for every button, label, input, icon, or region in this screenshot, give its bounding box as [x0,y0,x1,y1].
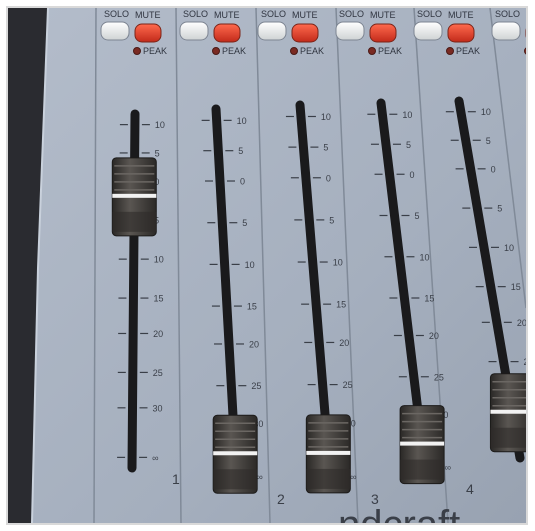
solo-button[interactable] [257,21,287,41]
channel-number: 4 [466,481,474,497]
scale-label: 20 [429,331,439,341]
scale-label: 5 [242,218,247,228]
fader-knob[interactable] [399,405,445,485]
peak-label: PEAK [456,46,480,56]
mute-button[interactable] [369,23,397,43]
peak-led [446,47,454,55]
scale-label: 25 [153,368,163,378]
mute-label: MUTE [135,10,161,20]
solo-label: SOLO [104,9,129,19]
scale-label: 5 [329,215,334,225]
scale-label: 10 [245,260,255,270]
fader-knob[interactable] [212,414,258,494]
scale-label: ∞ [445,462,451,472]
fader-knob[interactable] [489,373,526,453]
scale-label: ∞ [152,453,158,463]
scale-label: 0 [410,170,415,180]
scale-label: 10 [402,110,412,120]
peak-label: PEAK [300,46,324,56]
solo-label: SOLO [495,9,520,19]
scale-label: 5 [415,211,420,221]
scale-label: 10 [481,107,491,117]
scale-label: 10 [155,120,165,130]
mute-label: MUTE [214,10,240,20]
scale-label: 15 [153,294,163,304]
scale-label: 0 [240,177,245,187]
peak-led [368,47,376,55]
mute-button[interactable] [213,23,241,43]
peak-label: PEAK [378,46,402,56]
scale-label: 0 [326,173,331,183]
scale-label: 25 [251,381,261,391]
scale-label: 10 [504,243,514,253]
solo-button[interactable] [179,21,209,41]
scale-label: 5 [486,136,491,146]
fader-indicator-line [112,193,157,198]
peak-label: PEAK [222,46,246,56]
solo-button[interactable] [413,21,443,41]
scale-label: 10 [333,258,343,268]
solo-button[interactable] [335,21,365,41]
scale-label: 5 [238,146,243,156]
scale-label: 20 [153,329,163,339]
fader-indicator-line [400,441,445,446]
mixer-panel [32,8,526,523]
mute-button[interactable] [134,23,162,43]
scale-label: 15 [247,302,257,312]
scale-label: 25 [524,357,526,367]
scale-label: 15 [511,282,521,292]
fader-knob[interactable] [111,157,157,237]
peak-led [212,47,220,55]
scale-label: 15 [424,294,434,304]
channel-number: 1 [172,471,180,487]
scale-label: 5 [497,204,502,214]
solo-label: SOLO [339,9,364,19]
scale-label: 10 [154,255,164,265]
solo-label: SOLO [261,9,286,19]
brand-text: ndcraft [338,503,460,523]
solo-label: SOLO [417,9,442,19]
peak-label: PEAK [143,46,167,56]
mute-label: MUTE [448,10,474,20]
peak-led [290,47,298,55]
scale-label: 25 [343,380,353,390]
fader-indicator-line [490,409,526,414]
mute-label: MUTE [292,10,318,20]
scale-label: 10 [321,112,331,122]
scale-label: 30 [153,403,163,413]
mixer-photo: 105051015202530∞1105051015202530∞2105051… [6,6,528,525]
scale-label: 10 [419,252,429,262]
solo-button[interactable] [100,21,130,41]
mute-button[interactable] [291,23,319,43]
fader-knob[interactable] [305,414,351,494]
scale-label: 5 [323,143,328,153]
fader-indicator-line [306,450,351,455]
peak-led [133,47,141,55]
solo-button[interactable] [491,21,521,41]
scale-label: ∞ [350,472,356,482]
scale-label: 10 [237,116,247,126]
fader-indicator-line [213,451,258,456]
scale-label: 5 [155,148,160,158]
solo-label: SOLO [183,9,208,19]
mute-button[interactable] [447,23,475,43]
scale-label: 20 [339,338,349,348]
scale-label: 20 [517,318,526,328]
mute-label: MUTE [370,10,396,20]
scale-label: 5 [406,140,411,150]
scale-label: 15 [336,300,346,310]
scale-label: 20 [249,339,259,349]
scale-label: 25 [434,372,444,382]
scale-label: 0 [491,164,496,174]
channel-number: 2 [277,491,285,507]
